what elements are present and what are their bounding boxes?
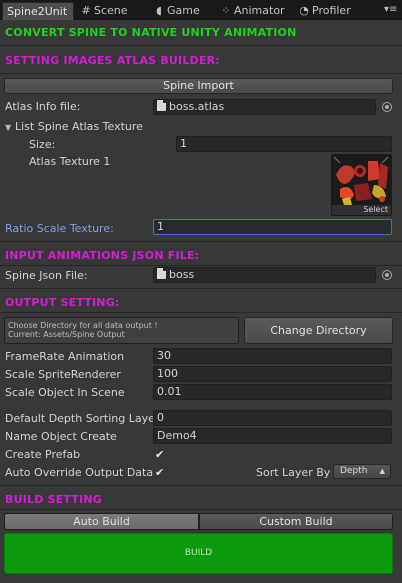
build-button[interactable]: BUILD [4,533,393,574]
sort-layer-dropdown[interactable]: Depth ▲ [333,464,391,479]
grid-icon: # [81,4,91,17]
tab-bar: Spine2Unit # Scene ◖ Game ⁘ Animator ◔ Profi… [0,0,402,20]
tab-scene[interactable]: # Scene [80,2,128,20]
spine-json-value: boss [169,268,195,281]
size-label: Size: [29,138,56,151]
atlas-texture-foldout[interactable]: ▼ List Spine Atlas Texture [5,120,143,133]
output-section-title: OUTPUT SETTING: [5,296,120,309]
scale-object-input[interactable]: 0.01 [153,384,392,400]
foldout-arrow-icon: ▼ [5,123,12,132]
pacman-icon: ◖ [156,4,162,17]
name-object-input[interactable]: Demo4 [153,428,392,444]
change-directory-button[interactable]: Change Directory [244,317,393,344]
ratio-scale-label: Ratio Scale Texture: [5,222,114,235]
atlas-info-label: Atlas Info file: [5,100,81,113]
scale-object-label: Scale Object In Scene [5,386,125,399]
divider [0,485,402,486]
list-label: List Spine Atlas Texture [15,120,143,133]
tab-label: Scene [94,4,128,17]
atlas-texture-thumbnail[interactable]: Select [331,154,392,216]
atlas-info-value: boss.atlas [169,100,225,113]
atlas-texture-label: Atlas Texture 1 [29,155,111,168]
custom-build-toggle[interactable]: Custom Build [199,513,393,530]
texture-select-button[interactable]: Select [332,205,391,215]
tab-label: Game [167,4,200,17]
create-prefab-checkbox[interactable]: ✔ [155,449,166,460]
spine-json-label: Spine Json File: [5,269,88,282]
json-section-title: INPUT ANIMATIONS JSON FILE: [5,249,200,262]
tab-label: Profiler [312,4,351,17]
auto-override-checkbox[interactable]: ✔ [155,467,166,478]
size-field[interactable]: 1 [176,136,392,152]
framerate-input[interactable]: 30 [153,348,392,364]
build-section-title: BUILD SETTING [5,493,103,506]
depth-sorting-input[interactable]: 0 [153,410,392,426]
scale-sprite-label: Scale SpriteRenderer [5,368,121,381]
divider [0,241,402,242]
animator-icon: ⁘ [221,4,231,17]
sort-layer-label: Sort Layer By [256,466,331,479]
create-prefab-label: Create Prefab [5,448,81,461]
dropdown-arrow-icon: ▲ [379,467,385,475]
divider [0,45,402,46]
output-directory-info: Choose Directory for all data output ! C… [4,317,239,344]
name-object-label: Name Object Create [5,430,117,443]
object-picker-icon[interactable] [382,102,392,112]
spine2unit-panel: CONVERT SPINE TO NATIVE UNITY ANIMATION … [0,21,402,583]
profiler-icon: ◔ [299,4,309,17]
page-title: CONVERT SPINE TO NATIVE UNITY ANIMATION [5,26,297,39]
spine-import-button[interactable]: Spine Import [4,78,393,94]
output-info-line2: Current: Assets/Spine Output [8,330,125,339]
auto-build-toggle[interactable]: Auto Build [4,513,199,530]
framerate-label: FrameRate Animation [5,350,125,363]
atlas-texture-preview [332,155,391,207]
depth-sorting-label: Default Depth Sorting Layer [5,412,160,425]
divider [0,509,402,510]
divider [0,312,402,313]
tab-label: Animator [234,4,285,17]
text-asset-icon [157,100,166,111]
tab-animator[interactable]: ⁘ Animator [220,2,285,20]
divider [0,288,402,289]
spine-json-field[interactable]: boss [153,267,376,283]
atlas-section-title: SETTING IMAGES ATLAS BUILDER: [5,54,220,67]
scale-sprite-input[interactable]: 100 [153,366,392,382]
tab-spine2unit[interactable]: Spine2Unit [2,2,74,20]
tab-profiler[interactable]: ◔ Profiler [298,2,351,20]
output-info-line1: Choose Directory for all data output ! [8,321,158,330]
atlas-info-field[interactable]: boss.atlas [153,99,376,115]
auto-override-label: Auto Override Output Data [5,466,154,479]
divider [0,73,402,74]
divider [0,265,402,266]
sort-layer-value: Depth [340,466,368,476]
ratio-scale-input[interactable]: 1 [153,219,392,235]
object-picker-icon[interactable] [382,270,392,280]
text-asset-icon [157,268,166,279]
window-menu-icon[interactable]: ▾≡ [384,3,398,16]
tab-label: Spine2Unit [7,5,68,18]
tab-game[interactable]: ◖ Game [153,2,200,20]
